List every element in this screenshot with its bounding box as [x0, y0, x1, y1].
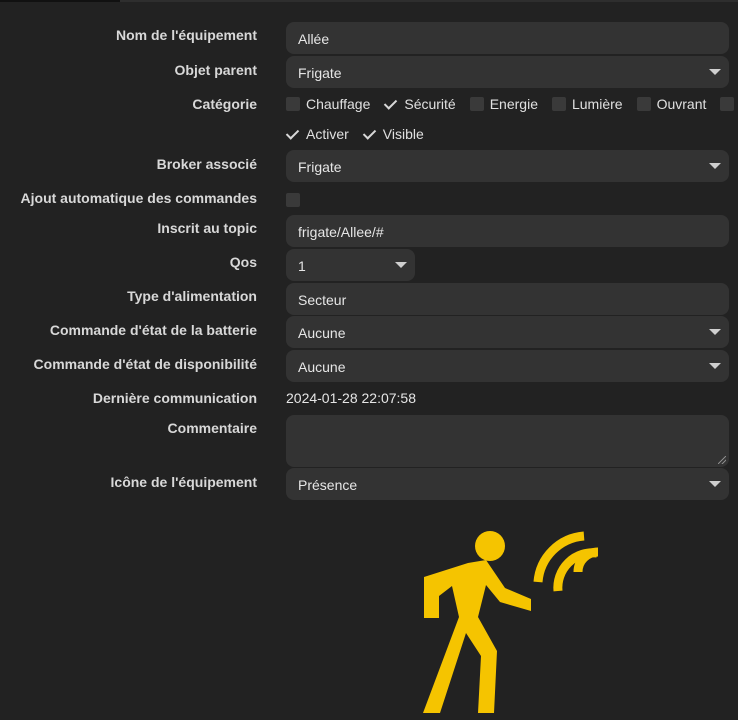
broker-select[interactable]: Frigate: [286, 150, 729, 182]
top-border: [0, 0, 738, 2]
category-chauffage[interactable]: Chauffage: [286, 96, 370, 112]
parent-label: Objet parent: [174, 62, 257, 78]
battery-label: Commande d'état de la batterie: [49, 322, 257, 338]
icon-select-value: Présence: [298, 477, 358, 493]
chevron-down-icon: [709, 481, 721, 487]
icon-select[interactable]: Présence: [286, 468, 729, 500]
topic-input[interactable]: frigate/Allee/#: [286, 215, 729, 247]
checkbox[interactable]: [720, 97, 735, 111]
battery-select-value: Aucune: [298, 325, 346, 341]
name-label: Nom de l'équipement: [115, 27, 257, 43]
availability-select[interactable]: Aucune: [286, 350, 729, 382]
category-securite[interactable]: Sécurité: [384, 96, 455, 112]
category-ouvrant[interactable]: Ouvrant: [636, 96, 706, 112]
parent-select-value: Frigate: [298, 65, 342, 81]
visible-checkbox[interactable]: Visible: [363, 126, 424, 142]
comment-label: Commentaire: [167, 420, 257, 436]
availability-select-value: Aucune: [298, 359, 346, 375]
comment-textarea[interactable]: [286, 415, 729, 467]
power-label: Type d'alimentation: [127, 288, 257, 304]
last-comm-value: 2024-01-28 22:07:58: [286, 390, 416, 406]
state-options: Activer Visible: [286, 124, 438, 144]
power-input[interactable]: Secteur: [286, 283, 729, 315]
broker-select-value: Frigate: [298, 159, 342, 175]
availability-label: Commande d'état de disponibilité: [33, 356, 257, 372]
qos-select-value: 1: [298, 258, 306, 274]
resize-grip-icon[interactable]: [718, 456, 726, 464]
checkbox[interactable]: [469, 97, 484, 111]
category-au[interactable]: Au: [720, 96, 738, 112]
category-label: Catégorie: [192, 96, 257, 112]
parent-select[interactable]: Frigate: [286, 56, 729, 88]
auto-add-checkbox[interactable]: [286, 193, 300, 207]
checkbox[interactable]: [636, 97, 651, 111]
chevron-down-icon: [709, 363, 721, 369]
chevron-down-icon: [709, 69, 721, 75]
chevron-down-icon: [395, 262, 407, 268]
checkbox[interactable]: [286, 97, 300, 111]
chevron-down-icon: [709, 329, 721, 335]
checkbox-checked[interactable]: [384, 97, 398, 111]
last-comm-label: Dernière communication: [92, 390, 257, 406]
auto-add-label: Ajout automatique des commandes: [20, 190, 257, 206]
checkbox-checked[interactable]: [363, 127, 377, 141]
broker-label: Broker associé: [156, 156, 257, 172]
checkbox[interactable]: [551, 97, 566, 111]
motion-presence-icon: [423, 531, 599, 713]
equipment-icon-preview: [420, 530, 605, 717]
qos-label: Qos: [229, 254, 257, 270]
checkbox-checked[interactable]: [286, 127, 300, 141]
auto-add-row: [286, 190, 306, 210]
chevron-down-icon: [709, 163, 721, 169]
activate-checkbox[interactable]: Activer: [286, 126, 349, 142]
topic-label: Inscrit au topic: [157, 220, 257, 236]
name-input[interactable]: Allée: [286, 22, 729, 54]
icon-label: Icône de l'équipement: [110, 474, 257, 490]
battery-select[interactable]: Aucune: [286, 316, 729, 348]
category-options: Chauffage Sécurité Energie Lumière Ouvra…: [286, 94, 738, 114]
qos-select[interactable]: 1: [286, 249, 415, 281]
category-lumiere[interactable]: Lumière: [551, 96, 623, 112]
category-energie[interactable]: Energie: [469, 96, 538, 112]
